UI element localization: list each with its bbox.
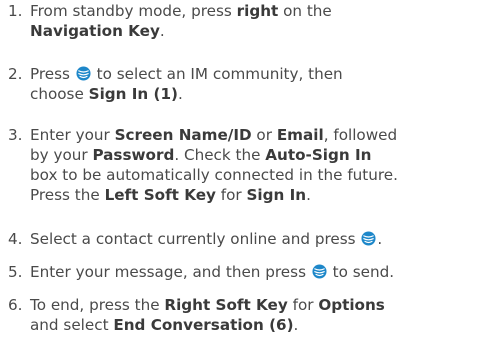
step-line: Enter your Screen Name/ID or Email, foll… xyxy=(30,125,480,145)
step-text-segment: . xyxy=(177,85,183,103)
step-text-segment: Select a contact currently online and pr… xyxy=(30,230,361,248)
step-line: Press to select an IM community, then xyxy=(30,64,480,84)
step-text: Enter your message, and then press to se… xyxy=(30,262,480,282)
navigation-key-icon xyxy=(76,66,91,81)
step-number: 5. xyxy=(8,263,23,281)
step-line: Navigation Key. xyxy=(30,21,480,41)
step-number: 4. xyxy=(8,230,23,248)
step-text-segment: Enter your xyxy=(30,126,115,144)
step-3: 3. Enter your Screen Name/ID or Email, f… xyxy=(0,125,480,205)
bold-term: Screen Name/ID xyxy=(114,126,252,144)
navigation-key-icon xyxy=(312,264,327,279)
step-line: To end, press the Right Soft Key for Opt… xyxy=(30,295,480,315)
step-text-segment: To end, press the xyxy=(30,296,165,314)
step-text-segment: by your xyxy=(30,146,93,164)
step-text-segment: From standby mode, press xyxy=(30,2,237,20)
bold-term: Sign In (1) xyxy=(88,85,178,103)
step-text: To end, press the Right Soft Key for Opt… xyxy=(30,295,480,335)
step-text: Select a contact currently online and pr… xyxy=(30,229,480,249)
bold-term: Navigation Key xyxy=(30,22,160,40)
bold-term: Email xyxy=(276,126,324,144)
step-text-segment: . xyxy=(377,230,383,248)
step-text-segment: Press xyxy=(30,65,75,83)
step-line: by your Password. Check the Auto-Sign In xyxy=(30,145,480,165)
step-text-segment: and select xyxy=(30,316,114,334)
step-line: Press the Left Soft Key for Sign In. xyxy=(30,185,480,205)
step-number: 3. xyxy=(8,126,23,144)
step-line: From standby mode, press right on the xyxy=(30,1,480,21)
navigation-key-icon xyxy=(361,231,376,246)
step-text: Enter your Screen Name/ID or Email, foll… xyxy=(30,125,480,205)
step-text-segment: box to be automatically connected in the… xyxy=(30,166,398,184)
instructions-page: 1. From standby mode, press right on the… xyxy=(0,0,482,340)
step-text-segment: , followed xyxy=(323,126,398,144)
step-text-segment: . Check the xyxy=(174,146,266,164)
step-text-segment: Enter your message, and then press xyxy=(30,263,311,281)
bold-term: Auto-Sign In xyxy=(265,146,372,164)
step-text-segment: . xyxy=(306,186,311,204)
bold-term: End Conversation (6) xyxy=(113,316,294,334)
bold-term: Right Soft Key xyxy=(164,296,288,314)
step-5: 5. Enter your message, and then press to… xyxy=(0,262,480,282)
step-text: From standby mode, press right on the Nav… xyxy=(30,1,480,41)
step-1: 1. From standby mode, press right on the… xyxy=(0,1,480,41)
step-line: choose Sign In (1). xyxy=(30,84,480,104)
step-2: 2. Press to select an IM community, then… xyxy=(0,64,480,104)
step-text-segment: Press the xyxy=(30,186,105,204)
bold-term: Password xyxy=(92,146,175,164)
step-line: Enter your message, and then press to se… xyxy=(30,262,480,282)
step-line: box to be automatically connected in the… xyxy=(30,165,480,185)
step-text-segment: or xyxy=(251,126,277,144)
bold-term: right xyxy=(236,2,279,20)
step-text-segment: for xyxy=(287,296,319,314)
step-line: and select End Conversation (6). xyxy=(30,315,480,335)
step-text-segment: on the xyxy=(278,2,332,20)
bold-term: Options xyxy=(318,296,385,314)
step-number: 2. xyxy=(8,65,23,83)
bold-term: Sign In xyxy=(246,186,307,204)
step-number: 6. xyxy=(8,296,23,314)
step-text-segment: to send. xyxy=(327,263,395,281)
step-text-segment: . xyxy=(293,316,299,334)
step-6: 6. To end, press the Right Soft Key for … xyxy=(0,295,480,335)
step-text: Press to select an IM community, then cho… xyxy=(30,64,480,104)
step-text-segment: choose xyxy=(30,85,89,103)
step-line: Select a contact currently online and pr… xyxy=(30,229,480,249)
step-4: 4. Select a contact currently online and… xyxy=(0,229,480,249)
step-number: 1. xyxy=(8,2,23,20)
step-text-segment: . xyxy=(159,22,165,40)
bold-term: Left Soft Key xyxy=(104,186,216,204)
step-text-segment: to select an IM community, then xyxy=(91,65,343,83)
step-text-segment: for xyxy=(215,186,247,204)
